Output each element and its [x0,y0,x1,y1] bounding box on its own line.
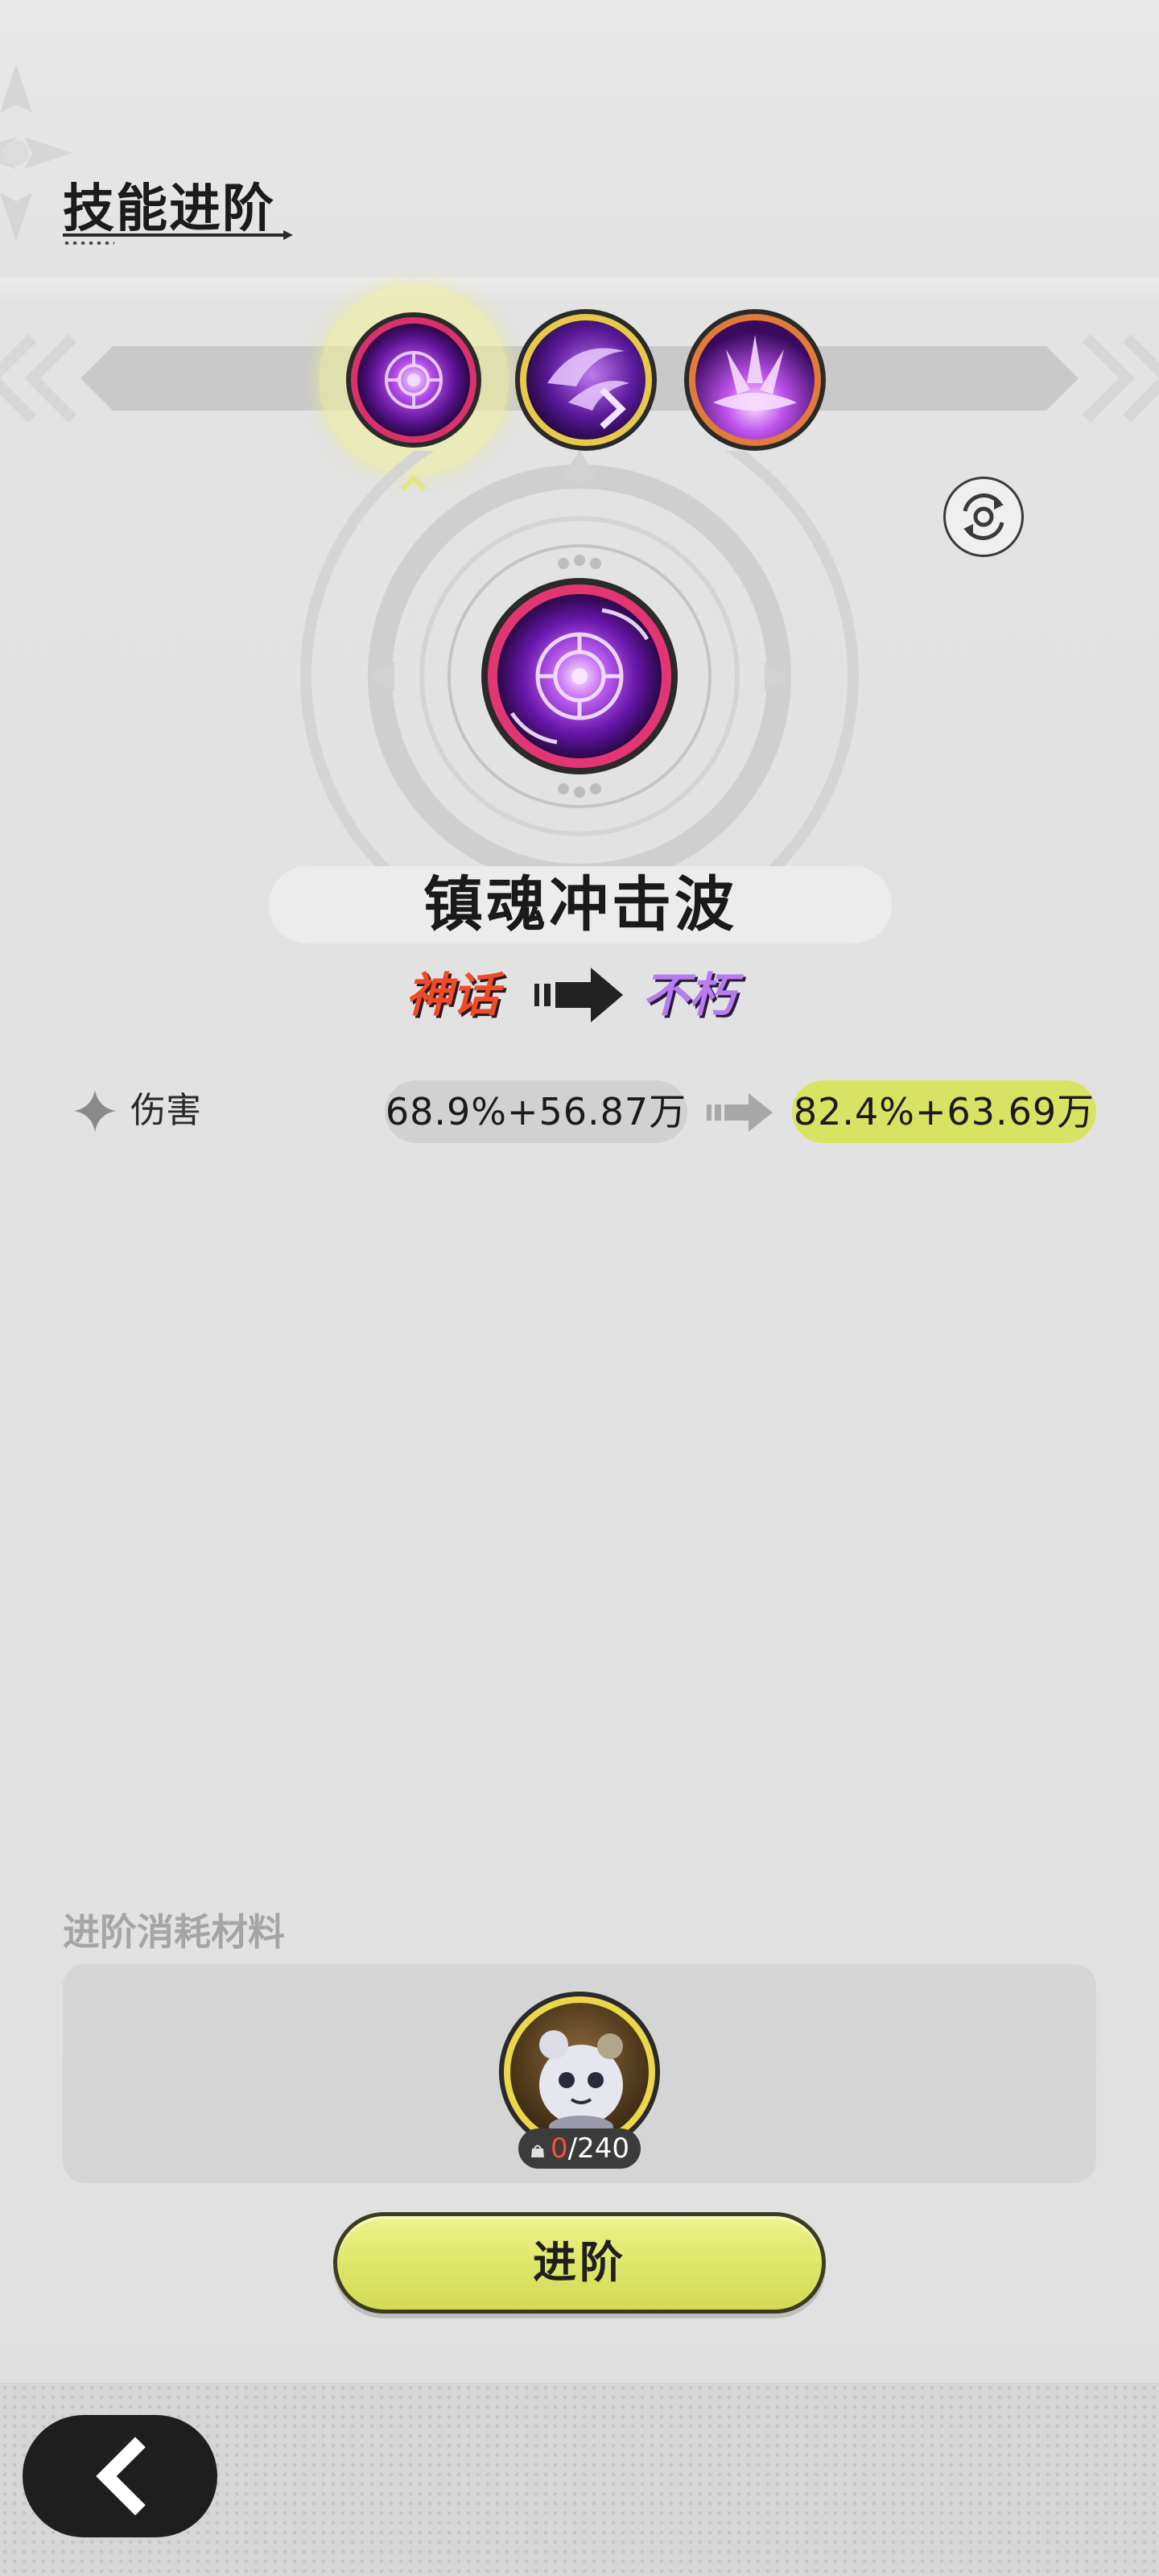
tier-from-label: 神话 [406,968,500,1022]
back-button[interactable] [23,2415,217,2537]
material-count: 0/240 [518,2128,641,2169]
tier-arrow-icon [534,968,623,1022]
skill-emblem-icon [481,578,678,774]
skill-advance-screen: 技能进阶 镇魂冲击波 神话 不朽 伤害 68.9%+56.87万 82.4%+6… [0,0,1159,2576]
skill-tab-burst[interactable] [681,306,826,451]
bag-icon [531,2145,544,2157]
switch-skill-button[interactable] [943,477,1024,557]
material-owned-count: 0 [551,2132,568,2165]
skill-tab-vortex[interactable] [343,309,485,451]
refresh-icon [963,493,1004,540]
advance-button[interactable]: 进阶 [333,2212,826,2314]
stat-label-damage: 伤害 [130,1090,201,1131]
page-title: 技能进阶 [63,180,275,239]
claw-skill-icon [515,309,657,451]
stat-arrow-icon [707,1093,773,1132]
back-arrow-icon [96,2437,146,2516]
burst-skill-icon [684,309,826,451]
header-band [0,278,1159,302]
skill-tab-claw[interactable] [512,306,657,451]
advance-button-label: 进阶 [533,2237,626,2288]
materials-title: 进阶消耗材料 [63,1910,285,1954]
material-required-count: /240 [567,2132,629,2165]
tier-to-label: 不朽 [642,968,736,1022]
skill-name: 镇魂冲击波 [423,870,737,939]
title-underline [63,233,288,237]
stat-current-value: 68.9%+56.87万 [385,1080,687,1143]
title-underline-tip [283,230,293,240]
sparkle-icon [74,1090,116,1132]
vortex-skill-icon [346,312,481,448]
stat-next-value: 82.4%+63.69万 [792,1080,1096,1143]
title-dots [63,242,114,245]
